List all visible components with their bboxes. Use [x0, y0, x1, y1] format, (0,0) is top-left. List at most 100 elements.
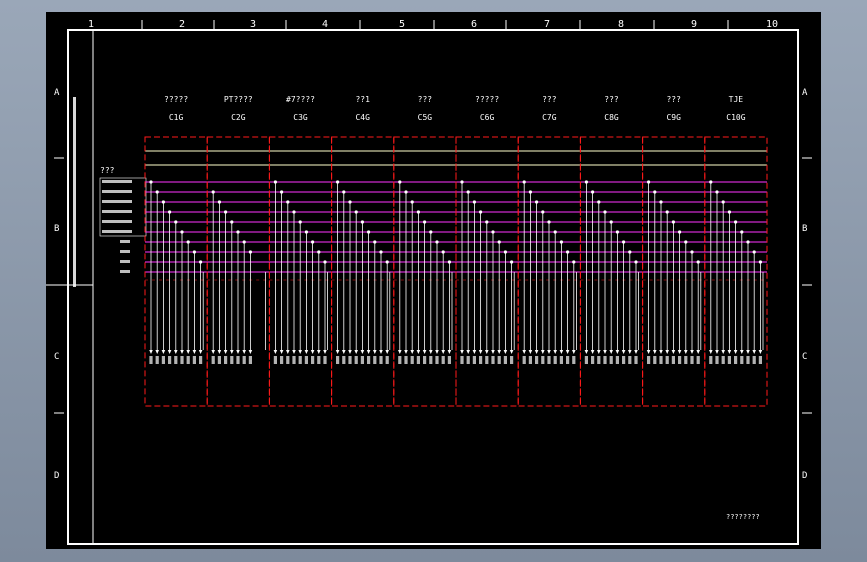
terminal-mark: [696, 356, 700, 364]
terminal-arrow: [429, 350, 433, 354]
feeder-cabinet[interactable]: ??? C9G: [642, 95, 706, 407]
feeder-code: C8G: [604, 113, 619, 122]
feeder-cabinet[interactable]: ??? C5G: [393, 95, 457, 407]
terminal-arrow: [559, 350, 564, 354]
terminal-mark: [746, 356, 750, 364]
feeder-cabinet[interactable]: ??? C8G: [579, 95, 644, 407]
side-title: ???: [100, 166, 115, 175]
bus-label-mark: [120, 240, 130, 243]
terminal-mark: [342, 356, 346, 364]
terminal-arrow: [236, 350, 240, 354]
bus-label-mark: [120, 250, 130, 253]
terminal-arrow: [335, 350, 340, 354]
terminal-mark: [404, 356, 408, 364]
terminal-mark: [286, 356, 290, 364]
drawing-canvas[interactable]: 1 2 3 4 5 6 7 8 9 10 A A B B C C D D ??? ????? C1G PT???? C…: [46, 12, 821, 549]
terminal-arrow: [310, 350, 315, 354]
terminal-arrow: [609, 350, 613, 354]
terminal-mark: [678, 356, 682, 364]
terminal-arrow: [217, 350, 222, 354]
column-label: 7: [544, 19, 550, 30]
terminal-arrow: [740, 350, 744, 354]
terminal-arrow: [709, 350, 713, 354]
terminal-mark: [553, 356, 557, 364]
terminal-mark: [398, 356, 402, 364]
feeder-cabinet[interactable]: ????? C1G: [144, 95, 208, 407]
terminal-arrow: [478, 350, 483, 354]
terminal-mark: [510, 356, 514, 364]
terminal-arrow: [572, 350, 576, 354]
terminal-mark: [304, 356, 308, 364]
terminal-arrow: [161, 350, 166, 354]
terminal-arrow: [248, 350, 253, 354]
feeder-cabinet[interactable]: ??1 C4G: [331, 95, 395, 407]
feeder-code: C6G: [480, 113, 495, 122]
terminal-mark: [435, 356, 439, 364]
terminal-arrow: [497, 350, 501, 354]
terminal-arrow: [665, 350, 669, 354]
terminal-arrow: [541, 350, 545, 354]
terminal-mark: [647, 356, 651, 364]
terminal-mark: [373, 356, 377, 364]
terminal-mark: [491, 356, 495, 364]
terminal-mark: [634, 356, 638, 364]
feeder-name: PT????: [224, 95, 253, 104]
terminal-arrow: [628, 350, 632, 354]
terminal-arrow: [373, 350, 377, 354]
terminal-arrow: [677, 350, 682, 354]
feeder-cabinet[interactable]: PT???? C2G: [206, 95, 270, 407]
terminal-mark: [447, 356, 451, 364]
terminal-arrow: [167, 350, 172, 354]
terminal-mark: [460, 356, 464, 364]
side-note-bar: [73, 97, 76, 287]
terminal-arrow: [653, 350, 657, 354]
row-label-right: D: [802, 471, 807, 481]
feeder-cabinet[interactable]: #7???? C3G: [268, 95, 333, 407]
terminal-arrow: [522, 350, 526, 354]
terminal-arrow: [696, 350, 700, 354]
terminal-arrow: [348, 350, 352, 354]
terminal-arrow: [180, 350, 184, 354]
terminal-arrow: [646, 350, 651, 354]
feeder-code: C2G: [231, 113, 246, 122]
terminal-arrow: [684, 350, 688, 354]
row-label-right: C: [802, 352, 807, 362]
terminal-mark: [591, 356, 595, 364]
terminal-arrow: [149, 350, 153, 354]
feeder-cabinet[interactable]: TJE C10G: [704, 95, 768, 407]
terminal-arrow: [223, 350, 228, 354]
column-label: 6: [471, 19, 477, 30]
terminal-arrow: [509, 350, 514, 354]
terminal-arrow: [192, 350, 197, 354]
terminal-arrow: [304, 350, 309, 354]
feeder-cabinet[interactable]: ????? C6G: [455, 95, 519, 407]
column-label: 3: [250, 19, 256, 30]
terminal-mark: [603, 356, 607, 364]
terminal-arrow: [323, 350, 327, 354]
terminal-mark: [659, 356, 663, 364]
column-label: 10: [766, 19, 778, 30]
feeder-code: C3G: [293, 113, 308, 122]
terminal-arrow: [553, 350, 557, 354]
terminal-mark: [727, 356, 731, 364]
terminal-arrow: [565, 350, 570, 354]
terminal-arrow: [534, 350, 539, 354]
feeder-cabinet[interactable]: ??? C7G: [517, 95, 581, 407]
terminal-mark: [584, 356, 588, 364]
terminal-arrow: [404, 350, 408, 354]
column-label: 4: [322, 19, 328, 30]
bus-label-mark: [120, 260, 130, 263]
terminal-mark: [161, 356, 165, 364]
terminal-arrow: [721, 350, 725, 354]
row-label-right: B: [802, 224, 807, 234]
terminal-mark: [522, 356, 526, 364]
terminal-mark: [572, 356, 576, 364]
terminal-mark: [528, 356, 532, 364]
terminal-arrow: [410, 350, 414, 354]
column-label: 9: [691, 19, 697, 30]
terminal-arrow: [547, 350, 551, 354]
terminal-mark: [734, 356, 738, 364]
terminal-mark: [503, 356, 507, 364]
terminal-mark: [441, 356, 445, 364]
bus-label-mark: [102, 220, 132, 223]
